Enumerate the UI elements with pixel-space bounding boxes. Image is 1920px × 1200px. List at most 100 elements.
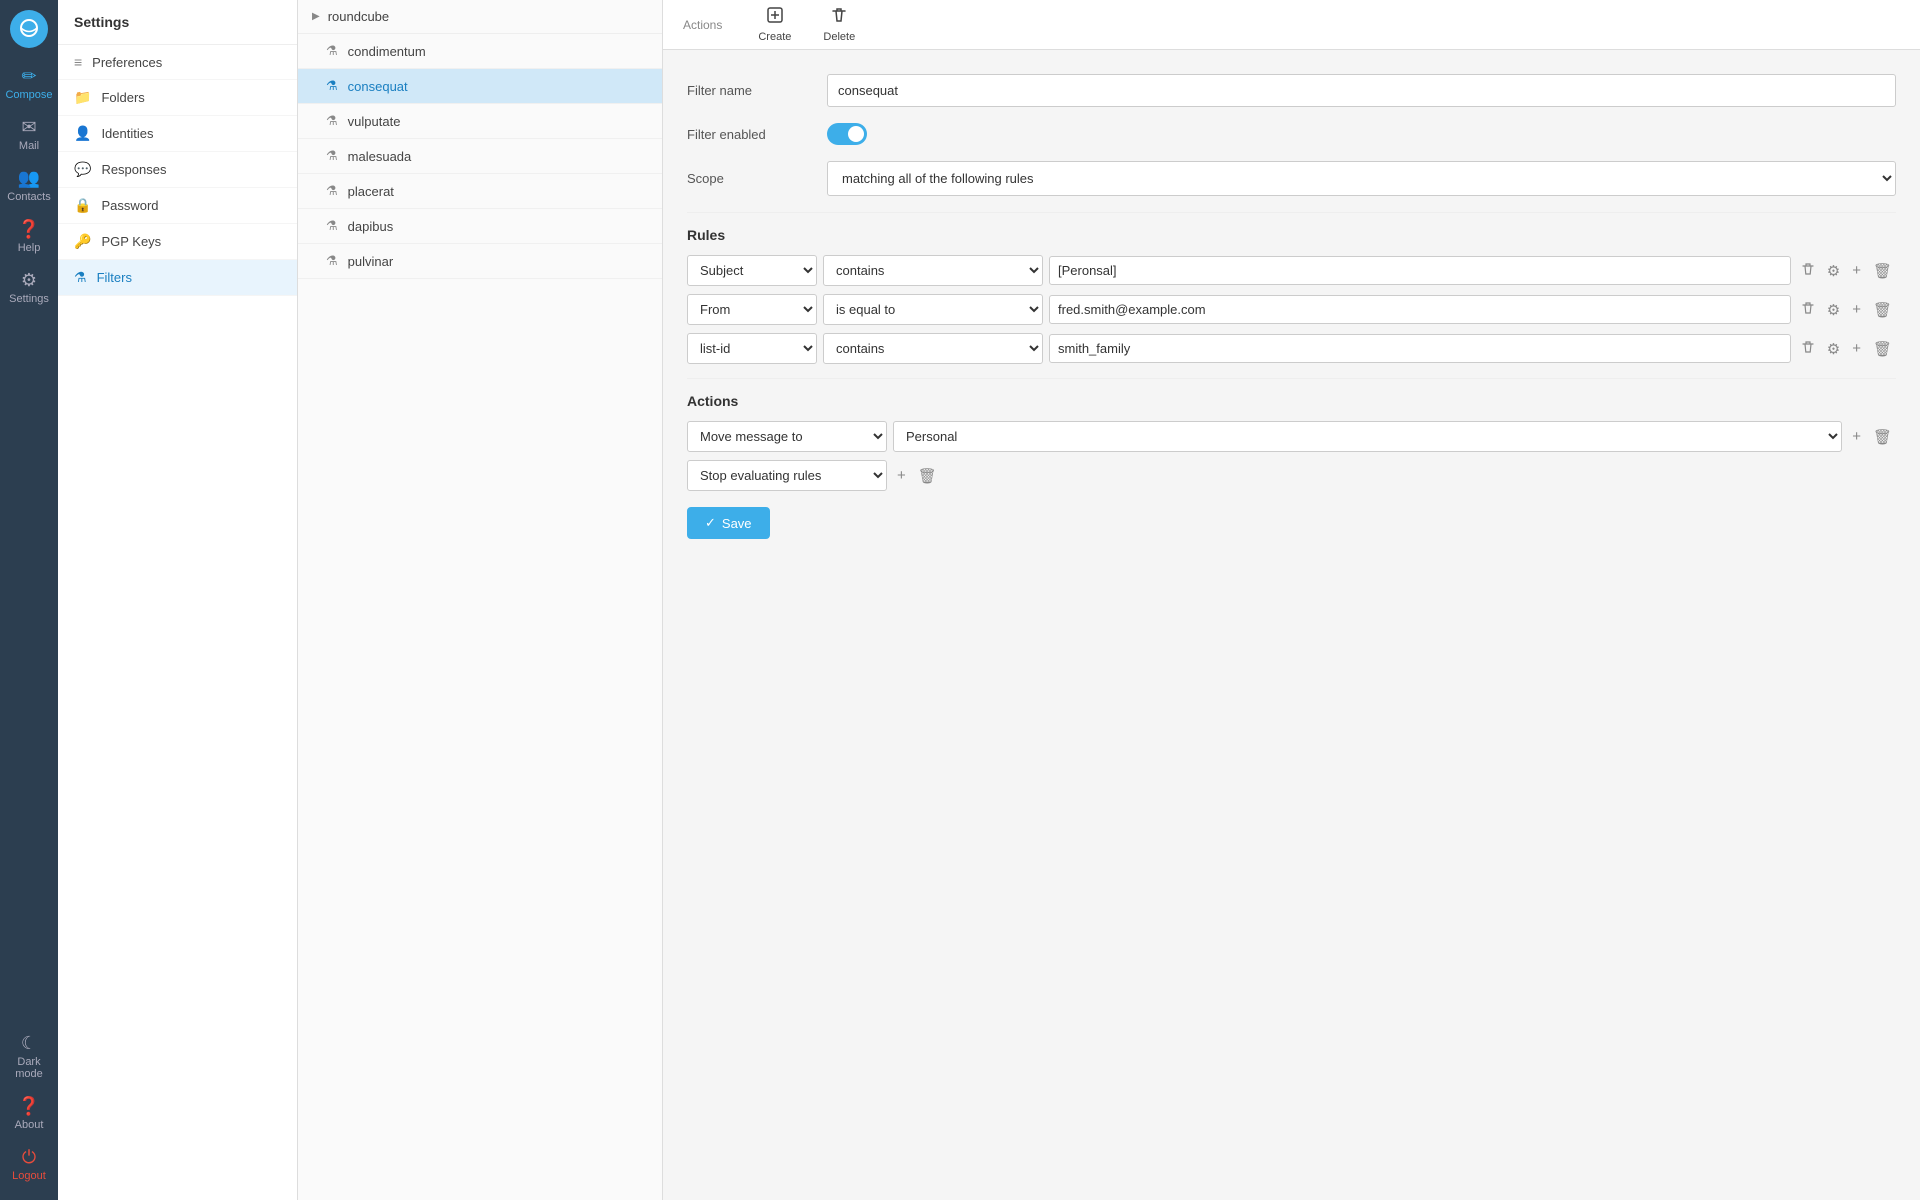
nav-settings-label: Settings <box>9 293 49 305</box>
filter-icon: ⚗ <box>326 43 338 59</box>
action-dest-select-1[interactable]: Personal Inbox Sent Drafts Trash Junk <box>893 421 1842 452</box>
sidebar-item-responses[interactable]: 💬 Responses <box>58 152 297 188</box>
create-button[interactable]: Create <box>742 0 807 49</box>
rule-value-input-2[interactable] <box>1049 295 1791 324</box>
save-label: Save <box>722 516 752 531</box>
rule-remove-btn-3[interactable]: 🗑 <box>1869 338 1896 360</box>
about-icon: ❓ <box>18 1096 40 1117</box>
toolbar: Actions Create Delete <box>663 0 1920 50</box>
rule-remove-btn-2[interactable]: 🗑 <box>1869 299 1896 321</box>
rule-add-btn-2[interactable]: + <box>1848 299 1865 320</box>
rule-op-select-2[interactable]: contains is equal to does not contain be… <box>823 294 1043 325</box>
rule-op-select-3[interactable]: contains is equal to does not contain be… <box>823 333 1043 364</box>
password-label: Password <box>101 198 158 213</box>
delete-button[interactable]: Delete <box>807 0 871 49</box>
rule-value-input-1[interactable] <box>1049 256 1791 285</box>
mail-icon: ✉ <box>21 117 36 138</box>
nav-settings[interactable]: ⚙ Settings <box>0 262 58 313</box>
rule-remove-btn-1[interactable]: 🗑 <box>1869 260 1896 282</box>
filter-item-condimentum[interactable]: ⚗ condimentum <box>298 34 662 69</box>
app-logo <box>10 10 48 48</box>
delete-label: Delete <box>823 31 855 43</box>
filter-enabled-control <box>827 123 1896 145</box>
sidebar-item-pgpkeys[interactable]: 🔑 PGP Keys <box>58 224 297 260</box>
rule-field-select-3[interactable]: Subject From To CC list-id <box>687 333 817 364</box>
rule-actions-3: ⚙ + 🗑 <box>1797 338 1896 360</box>
filter-name-row: Filter name <box>687 74 1896 107</box>
action-add-btn-1[interactable]: + <box>1848 426 1865 447</box>
nav-logout[interactable]: ⏻ Logout <box>0 1139 58 1190</box>
password-icon: 🔒 <box>74 197 91 214</box>
rule-add-btn-1[interactable]: + <box>1848 260 1865 281</box>
rule-op-select-1[interactable]: contains is equal to does not contain be… <box>823 255 1043 286</box>
rule-settings-btn-1[interactable]: ⚙ <box>1823 260 1844 282</box>
scope-row: Scope matching all of the following rule… <box>687 161 1896 196</box>
create-icon <box>766 6 784 29</box>
save-button[interactable]: ✓ Save <box>687 507 770 539</box>
rule-add-btn-3[interactable]: + <box>1848 338 1865 359</box>
sidebar-item-filters[interactable]: ⚗ Filters <box>58 260 297 296</box>
filter-item-pulvinar[interactable]: ⚗ pulvinar <box>298 244 662 279</box>
rule-field-select-2[interactable]: Subject From To CC list-id <box>687 294 817 325</box>
scope-select[interactable]: matching all of the following rules matc… <box>827 161 1896 196</box>
action-row-1-actions: + 🗑 <box>1848 426 1896 448</box>
rule-delete-btn-3[interactable] <box>1797 338 1819 360</box>
nav-contacts[interactable]: 👥 Contacts <box>0 160 58 211</box>
nav-help-label: Help <box>18 242 41 254</box>
action-type-select-2[interactable]: Move message to Copy message to Delete m… <box>687 460 887 491</box>
sidebar-item-identities[interactable]: 👤 Identities <box>58 116 297 152</box>
filter-item-malesuada[interactable]: ⚗ malesuada <box>298 139 662 174</box>
filter-item-placerat[interactable]: ⚗ placerat <box>298 174 662 209</box>
rule-value-input-3[interactable] <box>1049 334 1791 363</box>
nav-mail[interactable]: ✉ Mail <box>0 109 58 160</box>
nav-darkmode-label: Dark mode <box>4 1056 54 1080</box>
rule-field-select-1[interactable]: Subject From To CC list-id <box>687 255 817 286</box>
contacts-icon: 👥 <box>18 168 40 189</box>
action-remove-btn-1[interactable]: 🗑 <box>1869 426 1896 448</box>
nav-compose[interactable]: ✏ Compose <box>0 58 58 109</box>
actions-title: Actions <box>687 393 1896 409</box>
action-type-select-1[interactable]: Move message to Copy message to Delete m… <box>687 421 887 452</box>
identities-icon: 👤 <box>74 125 91 142</box>
rule-settings-btn-2[interactable]: ⚙ <box>1823 299 1844 321</box>
settings-panel: Settings ≡ Preferences 📁 Folders 👤 Ident… <box>58 0 298 1200</box>
filter-item-consequat[interactable]: ⚗ consequat <box>298 69 662 104</box>
delete-icon <box>830 6 848 29</box>
sidebar-item-folders[interactable]: 📁 Folders <box>58 80 297 116</box>
rule-delete-btn-2[interactable] <box>1797 299 1819 321</box>
compose-icon: ✏ <box>21 66 36 87</box>
preferences-icon: ≡ <box>74 54 82 70</box>
folders-icon: 📁 <box>74 89 91 106</box>
sidebar-item-preferences[interactable]: ≡ Preferences <box>58 45 297 80</box>
action-remove-btn-2[interactable]: 🗑 <box>914 465 941 487</box>
divider <box>687 212 1896 213</box>
help-icon: ❓ <box>18 219 40 240</box>
filter-group-roundcube[interactable]: ▶ roundcube <box>298 0 662 34</box>
filter-item-dapibus[interactable]: ⚗ dapibus <box>298 209 662 244</box>
filter-item-label: condimentum <box>348 44 426 59</box>
filter-group-label: roundcube <box>328 9 389 24</box>
filter-name-input[interactable] <box>827 74 1896 107</box>
filter-icon: ⚗ <box>326 218 338 234</box>
nav-mail-label: Mail <box>19 140 39 152</box>
filter-icon: ⚗ <box>326 113 338 129</box>
logout-icon: ⏻ <box>22 1147 36 1168</box>
nav-about-label: About <box>15 1119 44 1131</box>
filter-item-vulputate[interactable]: ⚗ vulputate <box>298 104 662 139</box>
preferences-label: Preferences <box>92 55 162 70</box>
save-checkmark-icon: ✓ <box>705 515 716 531</box>
action-add-btn-2[interactable]: + <box>893 465 910 486</box>
nav-darkmode[interactable]: ☾ Dark mode <box>0 1025 58 1088</box>
sidebar-item-password[interactable]: 🔒 Password <box>58 188 297 224</box>
rule-row-from: Subject From To CC list-id contains is e… <box>687 294 1896 325</box>
responses-label: Responses <box>101 162 166 177</box>
rule-settings-btn-3[interactable]: ⚙ <box>1823 338 1844 360</box>
nav-help[interactable]: ❓ Help <box>0 211 58 262</box>
nav-about[interactable]: ❓ About <box>0 1088 58 1139</box>
filter-icon: ⚗ <box>326 78 338 94</box>
scope-control: matching all of the following rules matc… <box>827 161 1896 196</box>
rule-delete-btn-1[interactable] <box>1797 260 1819 282</box>
filter-enabled-toggle[interactable] <box>827 123 867 145</box>
filter-item-label: dapibus <box>348 219 394 234</box>
filter-item-label: vulputate <box>348 114 401 129</box>
